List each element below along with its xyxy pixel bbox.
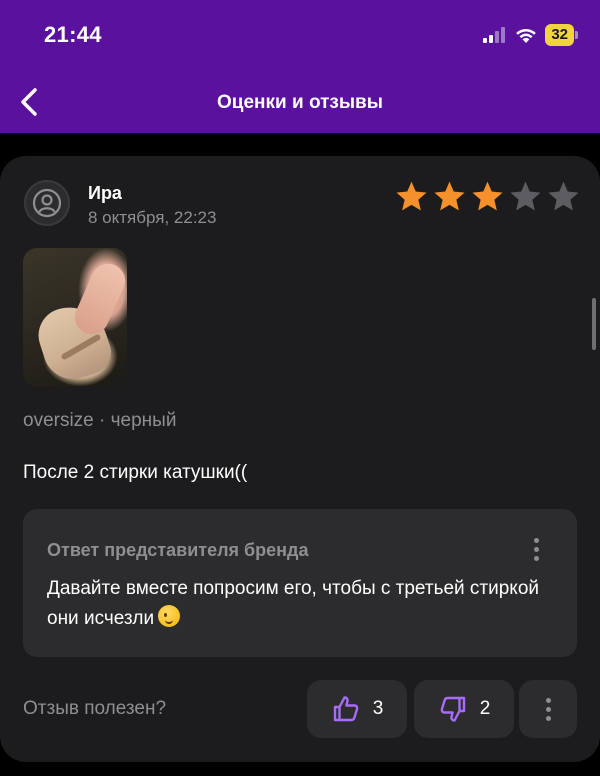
scrollbar[interactable] bbox=[592, 298, 596, 350]
user-icon bbox=[32, 188, 62, 218]
status-time: 21:44 bbox=[44, 22, 102, 47]
dot bbox=[533, 546, 539, 552]
like-button[interactable]: 3 bbox=[307, 680, 407, 738]
dot bbox=[545, 697, 551, 703]
star-icon bbox=[472, 181, 503, 211]
brand-reply-body: Давайте вместе попросим его, чтобы с тре… bbox=[47, 574, 557, 634]
dot bbox=[545, 715, 551, 721]
reply-more-button[interactable] bbox=[523, 533, 549, 565]
more-options-button[interactable] bbox=[519, 680, 577, 738]
brand-reply-text: Давайте вместе попросим его, чтобы с тре… bbox=[47, 578, 540, 629]
dislike-button[interactable]: 2 bbox=[414, 680, 514, 738]
wink-emoji-icon bbox=[158, 605, 181, 627]
star-icon bbox=[396, 181, 427, 211]
review-date: 8 октября, 22:23 bbox=[88, 208, 217, 227]
bottom-area bbox=[0, 762, 600, 776]
helpful-label: Отзыв полезен? bbox=[23, 698, 167, 719]
review-card bbox=[0, 156, 600, 762]
battery-indicator: 32 bbox=[545, 24, 578, 46]
signal-icon bbox=[483, 27, 506, 43]
status-icons: 32 bbox=[483, 24, 578, 46]
review-author: Ира bbox=[88, 183, 122, 203]
wifi-icon bbox=[516, 28, 537, 43]
dot bbox=[545, 706, 551, 712]
dot bbox=[533, 537, 539, 543]
photo-hand bbox=[69, 258, 127, 340]
page-title: Оценки и отзывы bbox=[217, 92, 383, 113]
star-icon bbox=[548, 181, 579, 211]
product-variant: oversize · черный bbox=[23, 410, 177, 431]
dislike-count: 2 bbox=[479, 698, 491, 719]
review-text: После 2 стирки катушки(( bbox=[23, 462, 248, 483]
brand-reply-title: Ответ представителя бренда bbox=[47, 540, 309, 560]
like-count: 3 bbox=[372, 698, 384, 719]
rating-stars bbox=[393, 179, 582, 214]
app-header: 21:44 32 Оценки и отзывы bbox=[0, 0, 600, 133]
thumbs-down-icon bbox=[440, 696, 465, 722]
star-icon bbox=[434, 181, 465, 211]
review-photo[interactable] bbox=[23, 248, 127, 387]
thumbs-up-icon bbox=[333, 696, 359, 722]
brand-reply: Ответ представителя бренда Давайте вмест… bbox=[23, 509, 577, 657]
dot bbox=[533, 555, 539, 561]
avatar bbox=[24, 180, 70, 226]
star-icon bbox=[510, 181, 541, 211]
